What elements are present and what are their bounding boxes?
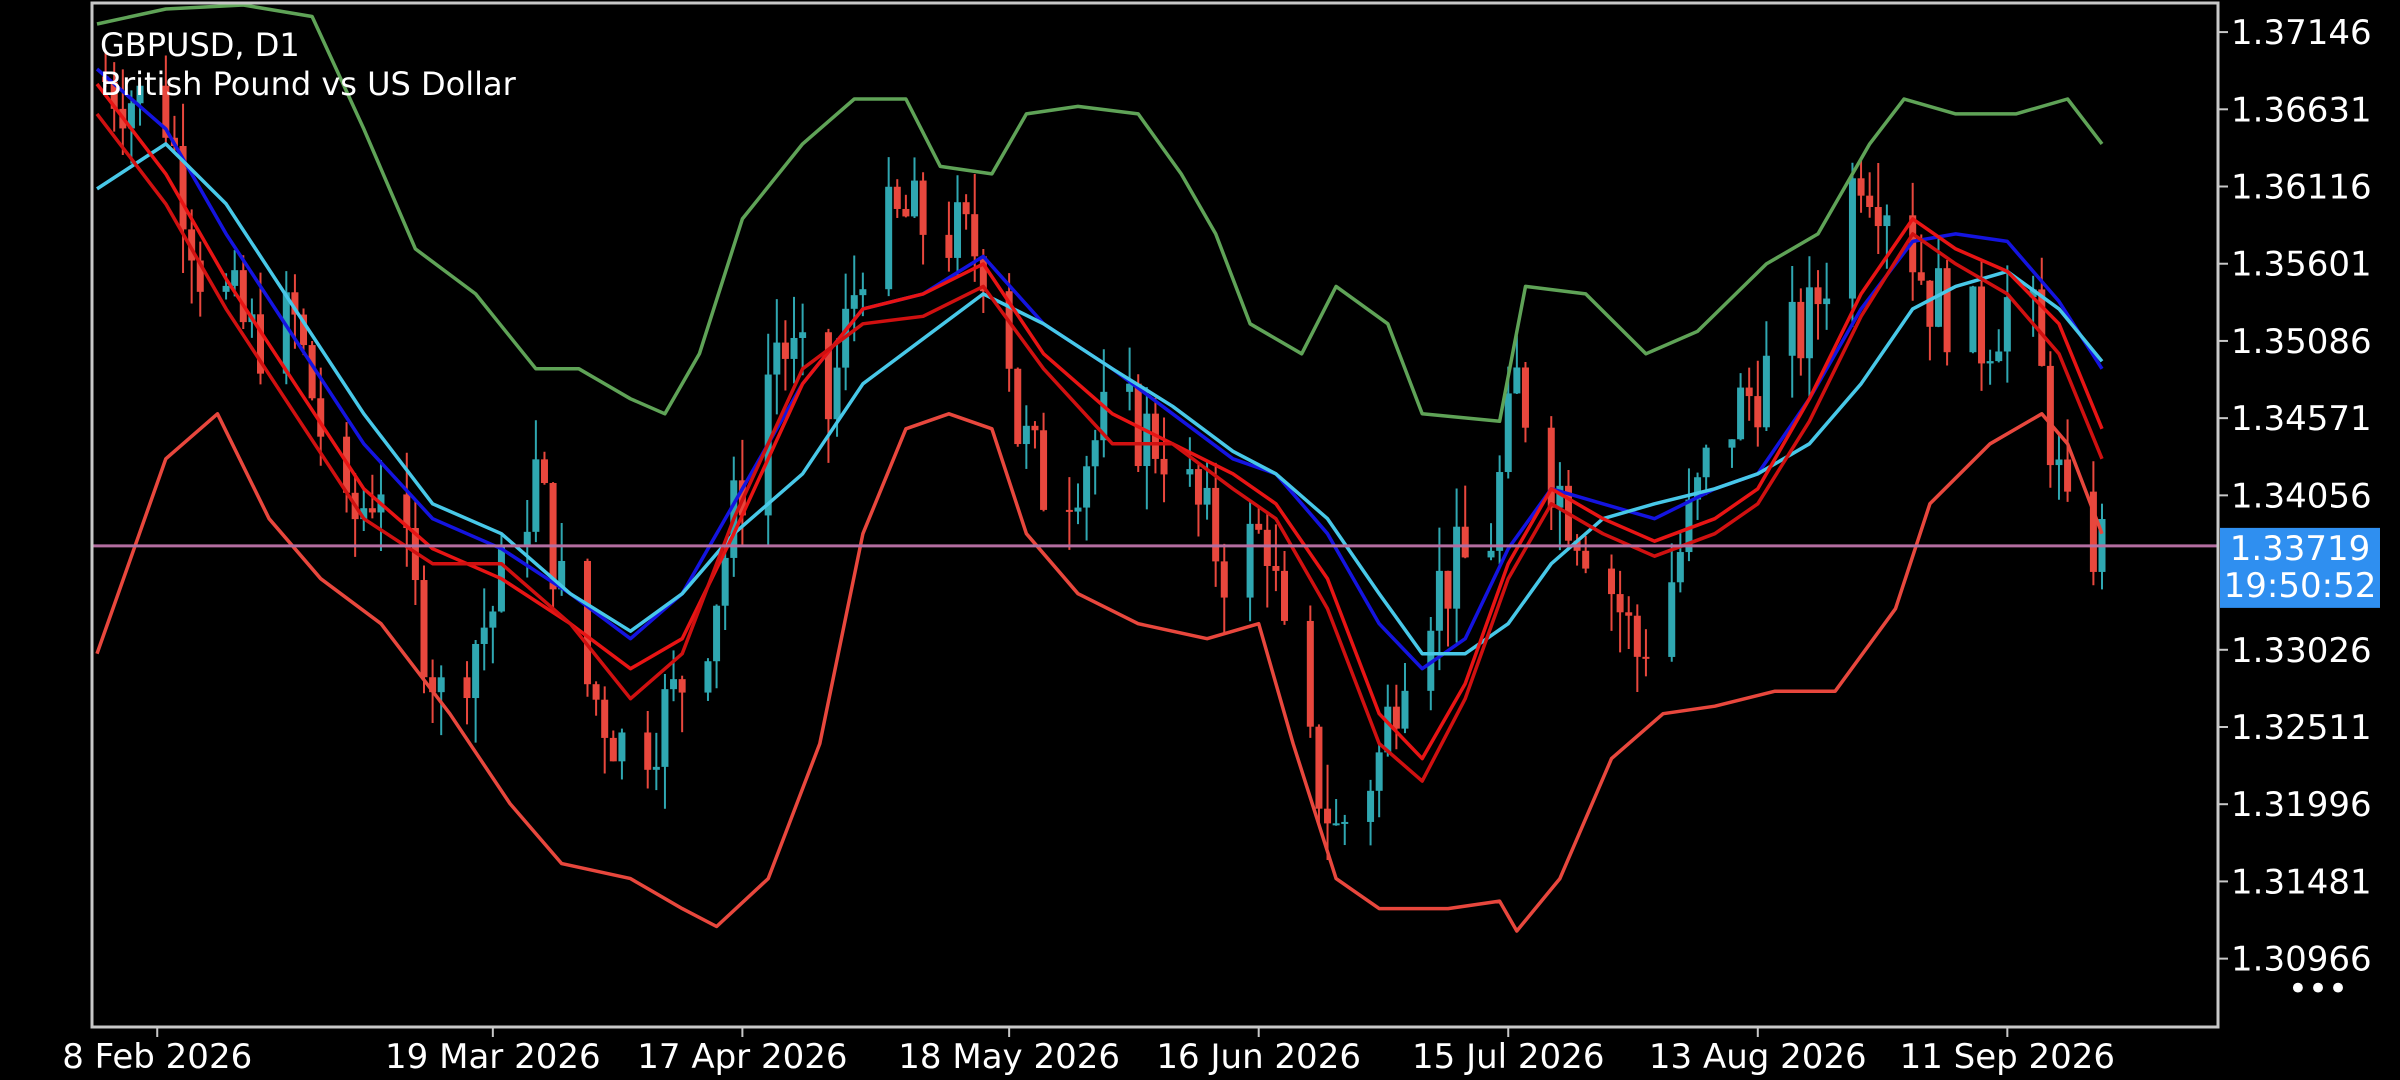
time-tick-label: 8 Feb 2026	[62, 1037, 252, 1077]
current-price-label: 1.33719	[2230, 529, 2371, 569]
price-tick-label: 1.33026	[2231, 631, 2372, 671]
price-tick-label: 1.36631	[2231, 90, 2372, 130]
candle	[1306, 605, 1314, 738]
time-tick-label: 15 Jul 2026	[1412, 1037, 1604, 1077]
candle	[583, 558, 591, 697]
time-tick-label: 17 Apr 2026	[637, 1037, 847, 1077]
price-tick-label: 1.35601	[2231, 245, 2372, 285]
price-tick-label: 1.34571	[2231, 399, 2372, 439]
candle	[1943, 259, 1951, 366]
time-tick-label: 11 Sep 2026	[1900, 1037, 2116, 1077]
time-tick-label: 18 May 2026	[898, 1037, 1120, 1077]
price-tick-label: 1.35086	[2231, 322, 2372, 362]
price-tick-label: 1.31996	[2231, 785, 2372, 825]
current-price-badge: 1.33719 19:50:52	[2220, 527, 2380, 608]
price-tick-label: 1.36116	[2231, 168, 2372, 208]
price-tick-label: 1.31481	[2231, 862, 2372, 902]
price-tick-label: 1.32511	[2231, 708, 2372, 748]
chart-background	[0, 0, 2400, 1080]
symbol-description: British Pound vs US Dollar	[100, 65, 517, 103]
candle	[1969, 285, 1977, 354]
candle	[1014, 367, 1022, 447]
price-chart[interactable]: 1.37146 1.36631 1.36116 1.35601 1.35086 1.345…	[0, 0, 2400, 1080]
time-tick-label: 19 Mar 2026	[385, 1037, 601, 1077]
time-tick-label: 13 Aug 2026	[1649, 1037, 1867, 1077]
symbol-timeframe: GBPUSD, D1	[100, 26, 300, 64]
chart-window[interactable]: 1.37146 1.36631 1.36116 1.35601 1.35086 1.345…	[0, 0, 2400, 1080]
bar-timer-label: 19:50:52	[2224, 566, 2377, 606]
price-tick-label: 1.34056	[2231, 476, 2372, 516]
time-tick-label: 16 Jun 2026	[1156, 1037, 1361, 1077]
more-menu-button[interactable]: •••	[2288, 969, 2348, 1009]
price-tick-label: 1.37146	[2231, 13, 2372, 53]
